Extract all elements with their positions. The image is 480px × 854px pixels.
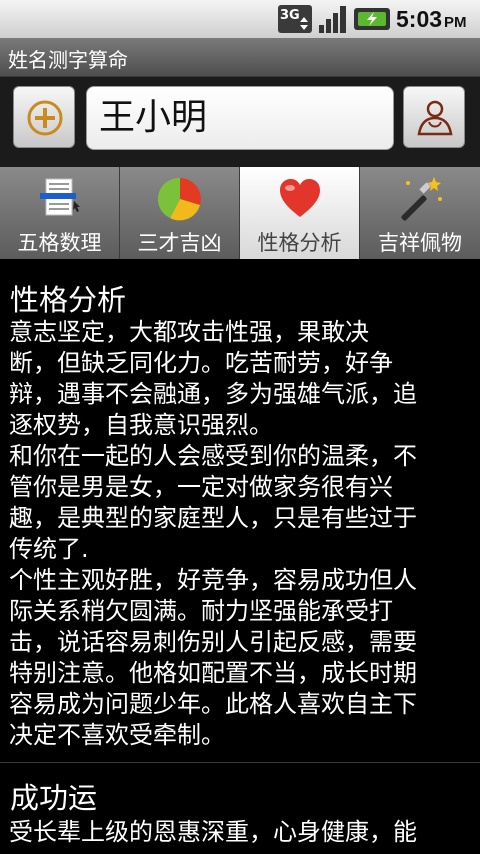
tab-label: 三才吉凶 <box>137 231 222 255</box>
tab-bar: 五格数理 三才吉凶 性格分析 吉祥佩物 <box>0 167 480 259</box>
svg-text:3G: 3G <box>280 8 300 23</box>
name-input[interactable]: 王小明 <box>86 86 394 150</box>
section-title: 性格分析 <box>10 283 127 317</box>
clock-ampm: PM <box>444 14 467 31</box>
clock-time: 5:03 <box>396 6 443 32</box>
tab-sancai[interactable]: 三才吉凶 <box>120 167 240 259</box>
magic-wand-icon <box>401 177 442 221</box>
pie-chart-icon <box>157 177 201 221</box>
tab-label: 性格分析 <box>257 231 342 255</box>
tab-label: 五格数理 <box>17 231 102 255</box>
content-scroll-area[interactable]: 性格分析 意志坚定，大都攻击性强，果敢决 断，但缺乏同化力。吃苦耐劳，好争 辩，… <box>0 259 480 854</box>
section-text-2: 受长辈上级的恩惠深重，心身健康，能 <box>9 818 417 846</box>
3g-network-icon: 3G <box>278 5 312 33</box>
signal-strength-icon <box>319 6 346 33</box>
document-icon <box>40 178 80 216</box>
tab-label: 吉祥佩物 <box>378 231 462 255</box>
person-icon <box>417 100 453 136</box>
tab-wuge[interactable]: 五格数理 <box>0 167 120 259</box>
clock: 5:03 PM <box>396 6 467 33</box>
status-bar: 3G 5:03 PM <box>0 0 480 38</box>
battery-charging-icon <box>354 8 390 30</box>
heart-icon <box>280 179 320 217</box>
name-input-bar: 王小明 <box>0 77 480 167</box>
app-title-bar: 姓名测字算命 <box>0 38 480 77</box>
profile-button[interactable] <box>403 86 465 148</box>
section-text: 意志坚定，大都攻击性强，果敢决 断，但缺乏同化力。吃苦耐劳，好争 辩，遇事不会融… <box>9 318 417 749</box>
add-circle-icon <box>27 100 63 136</box>
tab-personality[interactable]: 性格分析 <box>240 167 360 259</box>
add-button[interactable] <box>13 86 75 148</box>
divider <box>0 762 480 763</box>
tab-lucky-items[interactable]: 吉祥佩物 <box>360 167 480 259</box>
section-title-2: 成功运 <box>10 781 98 815</box>
app-title: 姓名测字算命 <box>8 48 128 72</box>
